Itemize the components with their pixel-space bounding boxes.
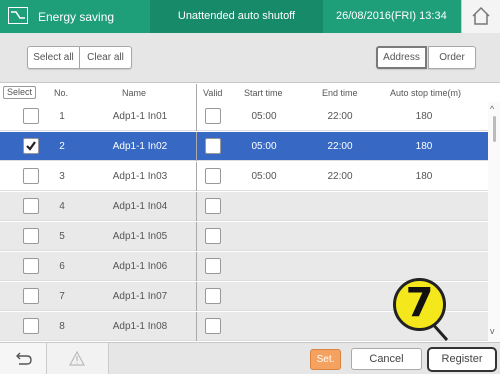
back-button[interactable]: [0, 343, 47, 374]
valid-checkbox[interactable]: [205, 198, 221, 214]
col-select: Select: [3, 86, 37, 99]
order-sort-button[interactable]: Order: [428, 46, 476, 69]
row-divider: [196, 222, 197, 251]
row-number: 3: [59, 171, 65, 182]
select-checkbox[interactable]: [23, 198, 39, 214]
col-no: No.: [54, 88, 69, 98]
checkmark-icon: [26, 141, 36, 151]
select-checkbox[interactable]: [23, 288, 39, 304]
row-number: 1: [59, 111, 65, 122]
select-checkbox[interactable]: [23, 168, 39, 184]
row-name: Adp1-1 In01: [112, 111, 168, 122]
energy-saving-icon: [8, 7, 28, 24]
column-divider: [196, 84, 197, 102]
row-name: Adp1-1 In06: [112, 261, 168, 272]
row-divider: [196, 132, 197, 161]
table-row[interactable]: 4 Adp1-1 In04: [0, 192, 488, 221]
table-row[interactable]: 5 Adp1-1 In05: [0, 222, 488, 251]
row-auto-stop: 180: [415, 171, 433, 182]
select-all-button[interactable]: Select all: [27, 46, 80, 69]
row-number: 6: [59, 261, 65, 272]
scroll-thumb[interactable]: [493, 116, 496, 142]
row-number: 8: [59, 321, 65, 332]
address-sort-button[interactable]: Address: [376, 46, 427, 69]
back-arrow-icon: [16, 352, 32, 365]
col-end-time: End time: [322, 88, 358, 98]
select-checkbox[interactable]: [23, 318, 39, 334]
set-button[interactable]: Set.: [310, 349, 341, 370]
row-divider: [196, 192, 197, 221]
row-name: Adp1-1 In03: [112, 171, 168, 182]
row-end-time: 22:00: [327, 141, 353, 152]
row-name: Adp1-1 In04: [112, 201, 168, 212]
select-checkbox[interactable]: [23, 258, 39, 274]
valid-checkbox[interactable]: [205, 288, 221, 304]
row-start-time: 05:00: [251, 141, 277, 152]
table-row[interactable]: 1 Adp1-1 In01 05:00 22:00 180: [0, 102, 488, 131]
row-number: 7: [59, 291, 65, 302]
row-auto-stop: 180: [415, 111, 433, 122]
col-start-time: Start time: [244, 88, 283, 98]
row-start-time: 05:00: [251, 111, 277, 122]
row-end-time: 22:00: [327, 171, 353, 182]
valid-checkbox[interactable]: [205, 318, 221, 334]
row-divider: [196, 252, 197, 281]
row-number: 5: [59, 231, 65, 242]
col-auto-stop: Auto stop time(m): [390, 88, 462, 98]
row-divider: [196, 312, 197, 341]
table-row[interactable]: 3 Adp1-1 In03 05:00 22:00 180: [0, 162, 488, 191]
page-title: Energy saving: [38, 10, 115, 24]
col-name: Name: [122, 88, 147, 98]
row-name: Adp1-1 In07: [112, 291, 168, 302]
datetime-display: 26/08/2016(FRI) 13:34: [336, 10, 447, 22]
row-divider: [196, 162, 197, 191]
row-name: Adp1-1 In02: [112, 141, 168, 152]
table-row[interactable]: 6 Adp1-1 In06: [0, 252, 488, 281]
row-number: 2: [59, 141, 65, 152]
chevron-down-icon[interactable]: v: [490, 326, 495, 336]
valid-checkbox[interactable]: [205, 138, 221, 154]
step-callout-badge: 7: [393, 278, 446, 331]
valid-checkbox[interactable]: [205, 228, 221, 244]
row-divider: [196, 282, 197, 311]
valid-checkbox[interactable]: [205, 108, 221, 124]
table-row-selected[interactable]: 2 Adp1-1 In02 05:00 22:00 180: [0, 132, 488, 161]
row-start-time: 05:00: [251, 171, 277, 182]
register-button[interactable]: Register: [427, 347, 497, 372]
select-checkbox-checked[interactable]: [23, 138, 39, 154]
warning-icon: [69, 351, 85, 366]
bottom-bar: Set. Cancel Register: [0, 342, 500, 374]
valid-checkbox[interactable]: [205, 258, 221, 274]
select-checkbox[interactable]: [23, 228, 39, 244]
toolbar: Select all Clear all Address Order: [0, 33, 500, 83]
scrollbar[interactable]: ^ v: [488, 102, 500, 342]
chevron-up-icon[interactable]: ^: [490, 104, 494, 114]
row-end-time: 22:00: [327, 111, 353, 122]
col-valid: Valid: [203, 88, 223, 98]
valid-checkbox[interactable]: [205, 168, 221, 184]
header-bar: Energy saving Unattended auto shutoff 26…: [0, 0, 500, 33]
row-auto-stop: 180: [415, 141, 433, 152]
row-name: Adp1-1 In08: [112, 321, 168, 332]
warning-button[interactable]: [47, 343, 109, 374]
column-header-row: Select No. Name Valid Start time End tim…: [0, 84, 500, 102]
row-divider: [196, 102, 197, 131]
select-checkbox[interactable]: [23, 108, 39, 124]
row-name: Adp1-1 In05: [112, 231, 168, 242]
home-button[interactable]: [461, 0, 500, 33]
cancel-button[interactable]: Cancel: [351, 348, 422, 370]
row-number: 4: [59, 201, 65, 212]
mode-label: Unattended auto shutoff: [150, 0, 323, 33]
clear-all-button[interactable]: Clear all: [80, 46, 132, 69]
home-icon: [472, 6, 490, 25]
